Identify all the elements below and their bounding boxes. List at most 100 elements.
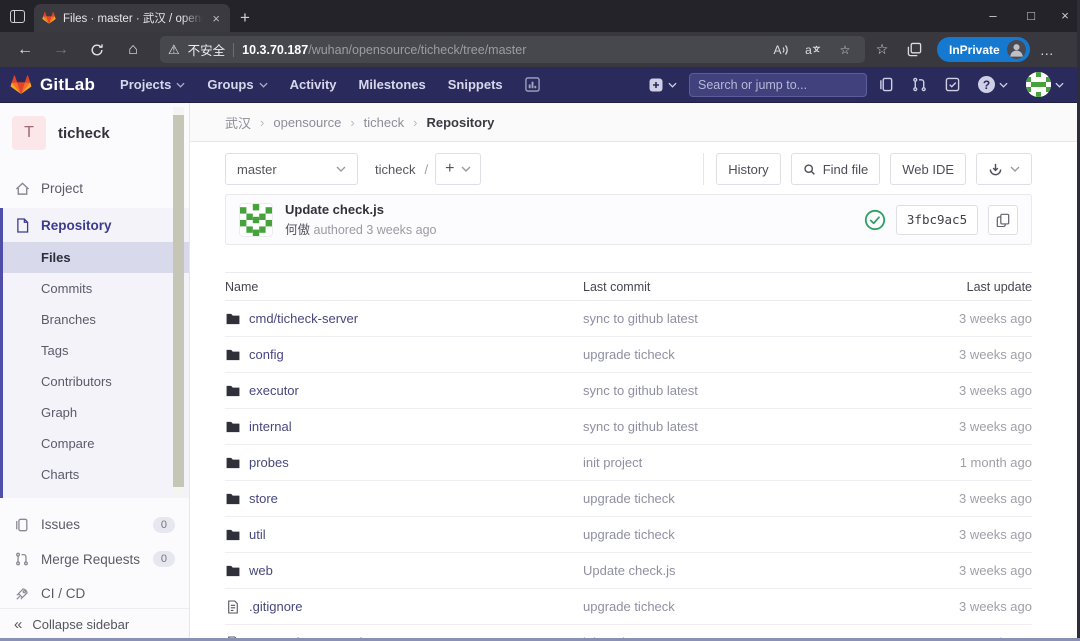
back-button[interactable]: ←: [8, 36, 42, 64]
pipeline-status-icon[interactable]: [864, 209, 886, 231]
download-dropdown-button[interactable]: [976, 153, 1032, 185]
favorites-icon[interactable]: ☆: [867, 36, 897, 64]
file-link[interactable]: .gitignore: [225, 599, 583, 614]
url-divider: [233, 43, 234, 57]
commit-author-link[interactable]: 何傲: [285, 223, 310, 237]
commit-message-link[interactable]: upgrade ticheck: [583, 527, 882, 542]
breadcrumb-subgroup[interactable]: opensource: [273, 115, 341, 130]
commit-message-link[interactable]: upgrade ticheck: [583, 491, 882, 506]
commit-message-link[interactable]: upgrade ticheck: [583, 347, 882, 362]
vertical-tabs-button[interactable]: [0, 0, 34, 32]
issues-nav-icon[interactable]: [873, 70, 900, 100]
branch-selector[interactable]: master: [225, 153, 358, 185]
copy-sha-button[interactable]: [988, 205, 1018, 235]
url-text[interactable]: 10.3.70.187/wuhan/opensource/ticheck/tre…: [242, 43, 761, 57]
sidebar-item-graph[interactable]: Graph: [3, 397, 189, 428]
menu-activity[interactable]: Activity: [279, 67, 348, 103]
minimize-button[interactable]: –: [974, 0, 1012, 30]
tab-close-icon[interactable]: ×: [210, 11, 222, 26]
file-link[interactable]: probes: [225, 455, 583, 470]
sidebar-item-commits[interactable]: Commits: [3, 273, 189, 304]
gitlab-navbar-right: ?: [642, 70, 1070, 100]
help-dropdown-button[interactable]: ?: [972, 70, 1014, 100]
last-update: 3 weeks ago: [882, 563, 1032, 578]
file-link[interactable]: config: [225, 347, 583, 362]
inprivate-badge[interactable]: InPrivate: [937, 37, 1030, 62]
gitlab-logo[interactable]: GitLab: [10, 74, 95, 96]
file-link[interactable]: web: [225, 563, 583, 578]
commit-title-link[interactable]: Update check.js: [285, 202, 437, 217]
collections-icon[interactable]: [899, 36, 929, 64]
find-file-button[interactable]: Find file: [791, 153, 881, 185]
issues-icon: [14, 518, 30, 532]
sidebar-item-issues[interactable]: Issues 0: [0, 510, 189, 538]
user-avatar-button[interactable]: [1020, 70, 1070, 100]
refresh-button[interactable]: [80, 36, 114, 64]
add-file-dropdown[interactable]: +: [435, 153, 481, 185]
chevron-down-icon: [461, 166, 471, 172]
commit-message-link[interactable]: upgrade ticheck: [583, 599, 882, 614]
menu-snippets[interactable]: Snippets: [437, 67, 514, 103]
breadcrumb-group[interactable]: 武汉: [225, 113, 251, 132]
sidebar-item-tags[interactable]: Tags: [3, 335, 189, 366]
close-button[interactable]: ×: [1050, 0, 1080, 30]
add-favorite-icon[interactable]: ☆: [833, 38, 857, 62]
maximize-button[interactable]: □: [1012, 0, 1050, 30]
not-secure-label[interactable]: 不安全: [188, 40, 226, 59]
collapse-sidebar-button[interactable]: « Collapse sidebar: [0, 608, 189, 641]
translate-icon[interactable]: a: [801, 38, 825, 62]
menu-groups[interactable]: Groups: [196, 67, 278, 103]
sidebar-scrollbar-track: [173, 107, 184, 497]
sidebar-item-repository[interactable]: Repository: [3, 208, 189, 242]
table-row: util upgrade ticheck 3 weeks ago: [225, 517, 1032, 553]
gitlab-brand: GitLab: [40, 75, 95, 95]
commit-message-link[interactable]: Update check.js: [583, 563, 882, 578]
file-link[interactable]: store: [225, 491, 583, 506]
file-link[interactable]: internal: [225, 419, 583, 434]
mr-count-badge: 0: [153, 551, 175, 567]
search-input[interactable]: [698, 78, 859, 92]
last-update: 3 weeks ago: [882, 599, 1032, 614]
folder-icon: [225, 349, 240, 361]
read-aloud-icon[interactable]: A: [769, 38, 793, 62]
commit-sha-button[interactable]: 3fbc9ac5: [896, 205, 978, 235]
history-button[interactable]: History: [716, 153, 780, 185]
new-tab-button[interactable]: +: [230, 4, 260, 32]
gitlab-favicon-icon: [42, 11, 56, 25]
sidebar-item-compare[interactable]: Compare: [3, 428, 189, 459]
browser-tab[interactable]: Files · master · 武汉 / opensour ×: [34, 4, 230, 32]
file-link[interactable]: cmd/ticheck-server: [225, 311, 583, 326]
not-secure-icon: ⚠: [168, 42, 180, 58]
copy-icon: [996, 213, 1010, 227]
commit-message-link[interactable]: sync to github latest: [583, 311, 882, 326]
sidebar-item-contributors[interactable]: Contributors: [3, 366, 189, 397]
breadcrumb-project[interactable]: ticheck: [364, 115, 404, 130]
menu-projects[interactable]: Projects: [109, 67, 196, 103]
sidebar-item-branches[interactable]: Branches: [3, 304, 189, 335]
file-link[interactable]: executor: [225, 383, 583, 398]
web-ide-button[interactable]: Web IDE: [890, 153, 966, 185]
sidebar-item-charts[interactable]: Charts: [3, 459, 189, 490]
menu-milestones[interactable]: Milestones: [348, 67, 437, 103]
global-search[interactable]: [689, 73, 867, 97]
sidebar-item-merge-requests[interactable]: Merge Requests 0: [0, 545, 189, 573]
chart-icon[interactable]: [514, 67, 551, 103]
table-header: Name Last commit Last update: [225, 272, 1032, 301]
sidebar-project-link[interactable]: T ticheck: [0, 103, 189, 162]
sidebar-scrollbar-thumb[interactable]: [173, 115, 184, 487]
todos-nav-icon[interactable]: [939, 70, 966, 100]
file-link[interactable]: util: [225, 527, 583, 542]
browser-tab-strip: Files · master · 武汉 / opensour × + – □ ×: [0, 0, 1080, 32]
sidebar-item-cicd[interactable]: CI / CD: [0, 579, 189, 607]
help-icon: ?: [978, 76, 995, 93]
sidebar-item-files[interactable]: Files: [3, 242, 189, 273]
new-dropdown-button[interactable]: [642, 70, 683, 100]
commit-message-link[interactable]: init project: [583, 455, 882, 470]
merge-requests-nav-icon[interactable]: [906, 70, 933, 100]
address-bar[interactable]: ⚠ 不安全 10.3.70.187/wuhan/opensource/tiche…: [160, 36, 865, 63]
commit-message-link[interactable]: sync to github latest: [583, 419, 882, 434]
home-button[interactable]: ⌂: [116, 36, 150, 64]
sidebar-item-project[interactable]: Project: [0, 174, 189, 202]
settings-more-icon[interactable]: …: [1032, 36, 1062, 64]
commit-message-link[interactable]: sync to github latest: [583, 383, 882, 398]
